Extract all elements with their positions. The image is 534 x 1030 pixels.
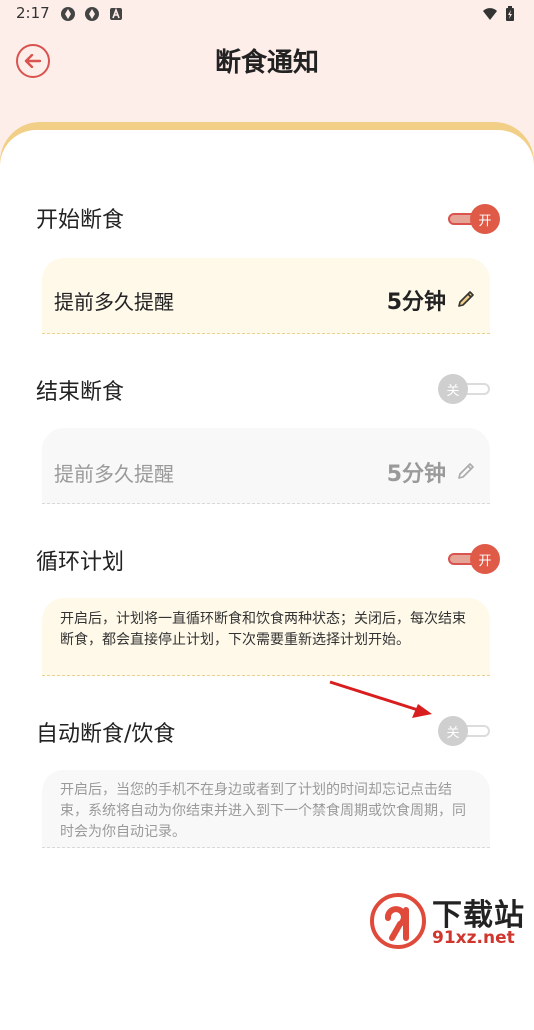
watermark-url: 91xz.net	[432, 928, 515, 948]
annotation-arrow-icon	[329, 680, 432, 718]
